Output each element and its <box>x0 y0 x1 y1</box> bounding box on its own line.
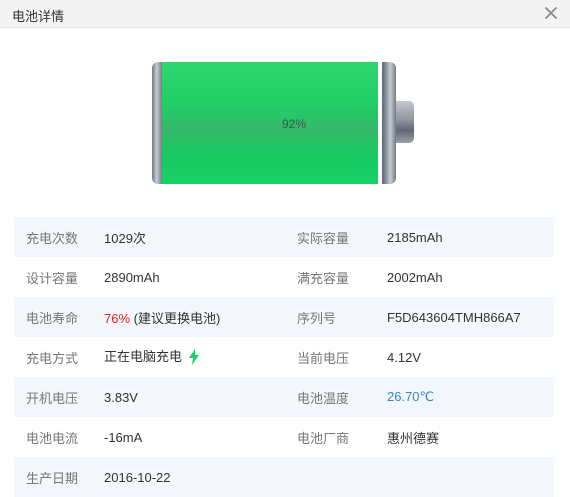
table-row: 开机电压 3.83V 电池温度 26.70℃ <box>14 377 554 417</box>
battery-current-value: -16mA <box>104 429 143 445</box>
table-row: 电池电流 -16mA 电池厂商 惠州德赛 <box>14 417 554 457</box>
battery-health-label: 电池寿命 <box>26 310 79 326</box>
battery-info-table: 充电次数 1029次 实际容量 2185mAh 设计容量 2890mAh 满充容… <box>14 217 554 497</box>
battery-right-cap <box>382 62 396 184</box>
battery-body: 92% <box>162 62 397 184</box>
table-row: 充电次数 1029次 实际容量 2185mAh <box>14 217 554 257</box>
design-capacity-value: 2890mAh <box>104 269 160 285</box>
production-date-label: 生产日期 <box>26 470 79 486</box>
boot-voltage-label: 开机电压 <box>26 390 79 406</box>
battery-percent-label: 92% <box>282 117 307 131</box>
full-charge-capacity-value: 2002mAh <box>387 269 443 285</box>
battery-health-value: 76% (建议更换电池) <box>104 308 297 327</box>
charging-mode-value: 正在电脑充电 <box>104 346 297 367</box>
serial-number-value: F5D643604TMH866A7 <box>387 309 521 325</box>
battery-health-percent: 76% <box>104 310 131 326</box>
close-icon[interactable] <box>542 4 560 22</box>
battery-temperature-label: 电池温度 <box>297 390 350 406</box>
battery-manufacturer-label: 电池厂商 <box>297 430 350 446</box>
table-row: 电池寿命 76% (建议更换电池) 序列号 F5D643604TMH866A7 <box>14 297 554 337</box>
table-row: 充电方式 正在电脑充电 当前电压 4.12V <box>14 337 554 377</box>
battery-terminal <box>396 101 414 143</box>
table-row: 生产日期 2016-10-22 <box>14 457 554 497</box>
charge-cycles-value: 1029次 <box>104 230 146 246</box>
battery-health-advice: (建议更换电池) <box>130 310 221 326</box>
battery-details-window: 电池详情 92% 充电次数 1029次 实际容量 2185mAh 设计容量 28… <box>0 0 570 497</box>
table-row: 设计容量 2890mAh 满充容量 2002mAh <box>14 257 554 297</box>
full-charge-capacity-label: 满充容量 <box>297 270 350 286</box>
battery-charge-fill <box>162 62 379 184</box>
charging-mode-label: 充电方式 <box>26 350 79 366</box>
design-capacity-label: 设计容量 <box>26 270 79 286</box>
current-voltage-label: 当前电压 <box>297 350 350 366</box>
battery-graphic: 92% <box>150 62 420 184</box>
title-bar: 电池详情 <box>0 0 570 28</box>
current-voltage-value: 4.12V <box>387 349 421 365</box>
battery-temperature-value: 26.70℃ <box>387 389 435 404</box>
charge-cycles-label: 充电次数 <box>26 230 79 246</box>
serial-number-label: 序列号 <box>297 310 337 326</box>
actual-capacity-value: 2185mAh <box>387 229 443 245</box>
boot-voltage-value: 3.83V <box>104 389 138 405</box>
battery-manufacturer-value: 惠州德赛 <box>387 430 440 446</box>
actual-capacity-label: 实际容量 <box>297 230 350 246</box>
charging-mode-text: 正在电脑充电 <box>104 349 183 365</box>
production-date-value: 2016-10-22 <box>104 469 171 485</box>
lightning-bolt-icon <box>188 348 200 368</box>
battery-current-label: 电池电流 <box>26 430 79 446</box>
window-title: 电池详情 <box>12 9 65 24</box>
